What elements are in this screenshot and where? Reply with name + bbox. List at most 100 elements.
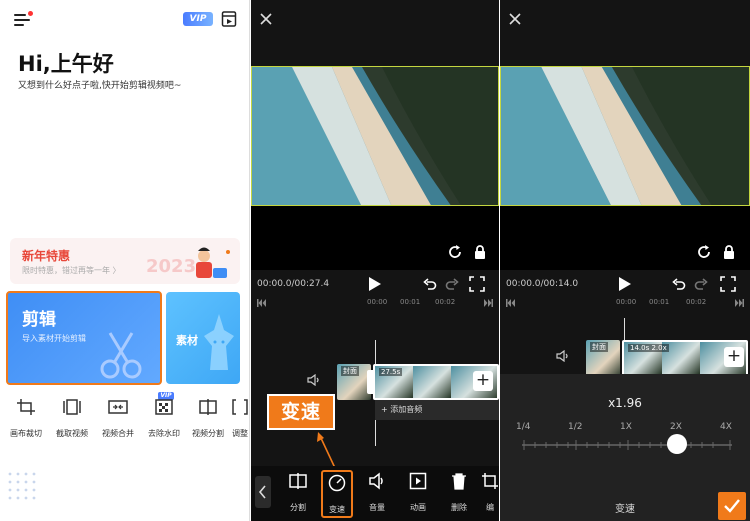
ruler-tick: 00:00 bbox=[367, 298, 388, 306]
cover-clip[interactable]: 封面 bbox=[337, 364, 371, 400]
beach-video-frame bbox=[252, 67, 498, 205]
vip-badge[interactable]: VIP bbox=[183, 12, 213, 26]
promo-title: 新年特惠 bbox=[22, 249, 71, 263]
skip-end-icon[interactable] bbox=[734, 299, 744, 307]
crop-icon bbox=[17, 399, 35, 415]
toolbar-label: 变速 bbox=[329, 505, 345, 514]
toolbar-back-button[interactable] bbox=[255, 476, 271, 508]
speed-slider-knob[interactable] bbox=[666, 434, 687, 454]
tool-trim-video[interactable]: 截取视频 bbox=[50, 398, 94, 438]
tool-merge-video[interactable]: 视频合并 bbox=[96, 398, 140, 438]
greeting-title: Hi,上午好 bbox=[18, 52, 114, 76]
close-icon[interactable] bbox=[259, 12, 273, 26]
tool-remove-watermark[interactable]: VIP 去除水印 bbox=[142, 392, 186, 438]
speed-callout: 变速 bbox=[267, 394, 335, 430]
toolbar-volume[interactable]: 音量 bbox=[361, 472, 393, 518]
tool-label: 去除水印 bbox=[148, 429, 180, 438]
toolbar-label: 分割 bbox=[290, 503, 306, 512]
speed-slider-ticks bbox=[523, 440, 731, 450]
play-icon[interactable] bbox=[368, 276, 382, 292]
clip-speed-badge: 14.0s 2.0x bbox=[628, 344, 669, 352]
reset-icon[interactable] bbox=[447, 244, 463, 260]
add-clip-button[interactable]: + bbox=[724, 347, 744, 367]
speed-callout-text: 变速 bbox=[280, 401, 321, 423]
home-screen: VIP Hi,上午好 又想到什么好点子啦,快开始剪辑视频吧~ 新年特惠 限时特惠… bbox=[0, 0, 250, 521]
scissors-icon bbox=[100, 332, 142, 379]
tool-label: 调整 bbox=[232, 429, 248, 438]
chevron-left-icon bbox=[258, 485, 266, 499]
timeline-ruler: 00:00 00:01 00:02 bbox=[251, 296, 499, 310]
tool-label: 视频合并 bbox=[102, 429, 134, 438]
check-icon bbox=[724, 499, 740, 513]
speed-value: x1.96 bbox=[608, 396, 642, 410]
fullscreen-icon[interactable] bbox=[469, 276, 485, 292]
split-icon bbox=[289, 473, 307, 489]
preview-backdrop bbox=[251, 206, 499, 270]
clip-trim-handle[interactable] bbox=[367, 370, 375, 394]
skip-end-icon[interactable] bbox=[483, 299, 493, 307]
ruler-tick: 00:01 bbox=[649, 298, 670, 306]
toolbar-split[interactable]: 分割 bbox=[282, 472, 314, 518]
svg-text:2023: 2023 bbox=[146, 256, 196, 277]
adjust-icon bbox=[232, 399, 248, 415]
promo-illustration: 2023 bbox=[146, 247, 230, 278]
toolbar-delete[interactable]: 删除 bbox=[443, 472, 475, 518]
speed-icon bbox=[328, 474, 346, 492]
drafts-icon[interactable] bbox=[221, 10, 237, 28]
playback-time: 00:00.0/00:14.0 bbox=[506, 279, 579, 289]
skip-start-icon[interactable] bbox=[506, 299, 516, 307]
redo-icon[interactable] bbox=[694, 277, 708, 291]
edit-card-subtitle: 导入素材开始剪辑 bbox=[22, 334, 86, 343]
scale-label: 1/2 bbox=[568, 422, 583, 432]
volume-icon bbox=[369, 472, 383, 490]
toolbar-label: 编 bbox=[486, 503, 494, 512]
menu-icon[interactable] bbox=[14, 11, 33, 28]
toolbar-speed[interactable]: 变速 bbox=[321, 470, 353, 518]
beach-video-frame bbox=[501, 67, 749, 205]
promo-banner[interactable]: 新年特惠 限时特惠，错过再等一年 〉 2023 bbox=[10, 238, 240, 284]
video-preview[interactable] bbox=[500, 66, 750, 206]
notification-dot bbox=[28, 11, 33, 16]
lock-icon[interactable] bbox=[473, 244, 487, 260]
add-clip-button[interactable]: + bbox=[473, 371, 493, 391]
promo-subtitle: 限时特惠，错过再等一年 〉 bbox=[22, 266, 121, 275]
scale-label: 1X bbox=[620, 422, 632, 432]
fullscreen-icon[interactable] bbox=[720, 276, 736, 292]
undo-icon[interactable] bbox=[672, 277, 686, 291]
toolbar-label: 动画 bbox=[410, 503, 426, 512]
toolbar-label: 音量 bbox=[369, 503, 385, 512]
mute-icon[interactable] bbox=[307, 374, 321, 386]
ruler-tick: 00:02 bbox=[435, 298, 456, 306]
screenshot-root: VIP Hi,上午好 又想到什么好点子啦,快开始剪辑视频吧~ 新年特惠 限时特惠… bbox=[0, 0, 750, 521]
close-icon[interactable] bbox=[508, 12, 522, 26]
ruler-tick: 00:01 bbox=[400, 298, 421, 306]
watermark-icon bbox=[155, 399, 173, 415]
home-top-bar: VIP bbox=[14, 10, 237, 32]
add-audio-button[interactable]: + 添加音频 bbox=[375, 400, 499, 420]
tool-adjust[interactable]: 调整 bbox=[224, 398, 249, 438]
toolbar-edit[interactable]: 编 bbox=[481, 472, 499, 518]
mute-icon[interactable] bbox=[556, 350, 570, 362]
skip-start-icon[interactable] bbox=[257, 299, 267, 307]
confirm-button[interactable] bbox=[718, 492, 746, 520]
scale-label: 2X bbox=[670, 422, 682, 432]
quick-tools: 画布裁切 截取视频 视频合并 VIP 去除水印 视频分割 调整 bbox=[2, 392, 249, 438]
playback-time: 00:00.0/00:27.4 bbox=[257, 279, 330, 289]
tool-label: 画布裁切 bbox=[10, 429, 42, 438]
trim-video-icon bbox=[63, 399, 81, 415]
undo-icon[interactable] bbox=[423, 277, 437, 291]
toolbar-animation[interactable]: 动画 bbox=[402, 472, 434, 518]
tool-canvas-crop[interactable]: 画布裁切 bbox=[4, 398, 48, 438]
speed-panel: x1.96 1/4 1/2 1X 2X 4X 变速 bbox=[500, 374, 750, 521]
cover-label: 封面 bbox=[590, 342, 608, 352]
reset-icon[interactable] bbox=[696, 244, 712, 260]
video-preview[interactable] bbox=[251, 66, 499, 206]
play-icon[interactable] bbox=[618, 276, 632, 292]
material-card[interactable]: 素材 bbox=[166, 292, 240, 384]
ruler-tick: 00:00 bbox=[616, 298, 637, 306]
redo-icon[interactable] bbox=[445, 277, 459, 291]
lock-icon[interactable] bbox=[722, 244, 736, 260]
speed-panel-label: 变速 bbox=[615, 504, 635, 515]
cover-clip[interactable]: 封面 bbox=[586, 340, 620, 376]
edit-card[interactable]: 剪辑 导入素材开始剪辑 bbox=[6, 291, 162, 385]
